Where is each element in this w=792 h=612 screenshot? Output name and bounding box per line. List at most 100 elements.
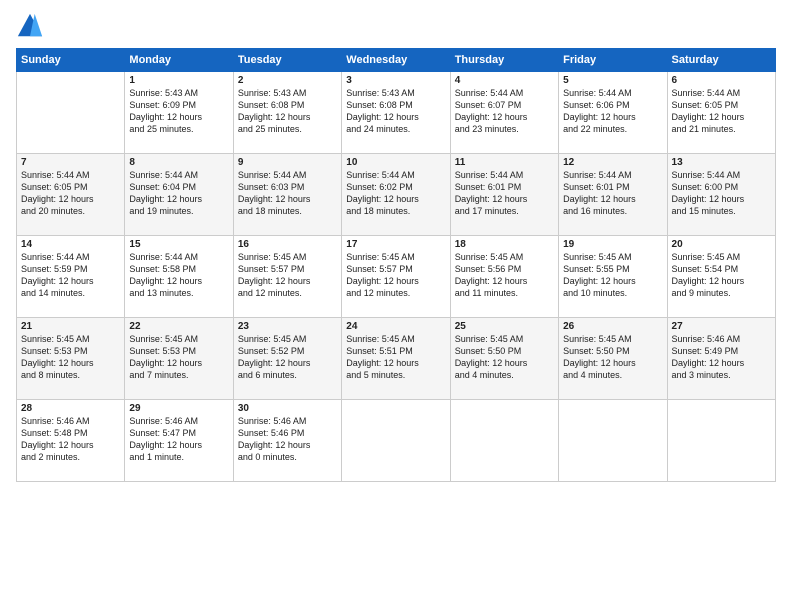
calendar-cell: 16Sunrise: 5:45 AM Sunset: 5:57 PM Dayli… — [233, 236, 341, 318]
day-number: 24 — [346, 321, 445, 332]
cell-content: Sunrise: 5:45 AM Sunset: 5:57 PM Dayligh… — [238, 251, 337, 300]
calendar-cell: 29Sunrise: 5:46 AM Sunset: 5:47 PM Dayli… — [125, 400, 233, 482]
day-number: 2 — [238, 75, 337, 86]
day-number: 18 — [455, 239, 554, 250]
calendar-cell: 20Sunrise: 5:45 AM Sunset: 5:54 PM Dayli… — [667, 236, 775, 318]
cell-content: Sunrise: 5:46 AM Sunset: 5:47 PM Dayligh… — [129, 415, 228, 464]
day-number: 27 — [672, 321, 771, 332]
day-number: 21 — [21, 321, 120, 332]
cell-content: Sunrise: 5:44 AM Sunset: 6:07 PM Dayligh… — [455, 87, 554, 136]
calendar-cell: 2Sunrise: 5:43 AM Sunset: 6:08 PM Daylig… — [233, 72, 341, 154]
week-row-3: 21Sunrise: 5:45 AM Sunset: 5:53 PM Dayli… — [17, 318, 776, 400]
calendar-cell: 7Sunrise: 5:44 AM Sunset: 6:05 PM Daylig… — [17, 154, 125, 236]
day-number: 19 — [563, 239, 662, 250]
week-row-4: 28Sunrise: 5:46 AM Sunset: 5:48 PM Dayli… — [17, 400, 776, 482]
day-number: 25 — [455, 321, 554, 332]
calendar-cell: 10Sunrise: 5:44 AM Sunset: 6:02 PM Dayli… — [342, 154, 450, 236]
cell-content: Sunrise: 5:45 AM Sunset: 5:50 PM Dayligh… — [455, 333, 554, 382]
day-number: 9 — [238, 157, 337, 168]
calendar-cell: 24Sunrise: 5:45 AM Sunset: 5:51 PM Dayli… — [342, 318, 450, 400]
cell-content: Sunrise: 5:45 AM Sunset: 5:50 PM Dayligh… — [563, 333, 662, 382]
col-header-wednesday: Wednesday — [342, 49, 450, 72]
cell-content: Sunrise: 5:45 AM Sunset: 5:54 PM Dayligh… — [672, 251, 771, 300]
cell-content: Sunrise: 5:46 AM Sunset: 5:48 PM Dayligh… — [21, 415, 120, 464]
day-number: 26 — [563, 321, 662, 332]
day-number: 15 — [129, 239, 228, 250]
calendar-cell: 22Sunrise: 5:45 AM Sunset: 5:53 PM Dayli… — [125, 318, 233, 400]
calendar-cell — [559, 400, 667, 482]
cell-content: Sunrise: 5:44 AM Sunset: 6:05 PM Dayligh… — [21, 169, 120, 218]
calendar-header-row: SundayMondayTuesdayWednesdayThursdayFrid… — [17, 49, 776, 72]
day-number: 20 — [672, 239, 771, 250]
cell-content: Sunrise: 5:46 AM Sunset: 5:46 PM Dayligh… — [238, 415, 337, 464]
day-number: 5 — [563, 75, 662, 86]
calendar-cell: 8Sunrise: 5:44 AM Sunset: 6:04 PM Daylig… — [125, 154, 233, 236]
cell-content: Sunrise: 5:45 AM Sunset: 5:51 PM Dayligh… — [346, 333, 445, 382]
cell-content: Sunrise: 5:45 AM Sunset: 5:52 PM Dayligh… — [238, 333, 337, 382]
calendar-cell: 25Sunrise: 5:45 AM Sunset: 5:50 PM Dayli… — [450, 318, 558, 400]
col-header-sunday: Sunday — [17, 49, 125, 72]
day-number: 7 — [21, 157, 120, 168]
cell-content: Sunrise: 5:44 AM Sunset: 6:05 PM Dayligh… — [672, 87, 771, 136]
calendar-cell: 13Sunrise: 5:44 AM Sunset: 6:00 PM Dayli… — [667, 154, 775, 236]
calendar-cell: 4Sunrise: 5:44 AM Sunset: 6:07 PM Daylig… — [450, 72, 558, 154]
cell-content: Sunrise: 5:44 AM Sunset: 5:58 PM Dayligh… — [129, 251, 228, 300]
cell-content: Sunrise: 5:44 AM Sunset: 6:01 PM Dayligh… — [455, 169, 554, 218]
col-header-monday: Monday — [125, 49, 233, 72]
cell-content: Sunrise: 5:45 AM Sunset: 5:56 PM Dayligh… — [455, 251, 554, 300]
cell-content: Sunrise: 5:45 AM Sunset: 5:53 PM Dayligh… — [21, 333, 120, 382]
cell-content: Sunrise: 5:43 AM Sunset: 6:09 PM Dayligh… — [129, 87, 228, 136]
cell-content: Sunrise: 5:44 AM Sunset: 6:00 PM Dayligh… — [672, 169, 771, 218]
cell-content: Sunrise: 5:44 AM Sunset: 6:02 PM Dayligh… — [346, 169, 445, 218]
day-number: 22 — [129, 321, 228, 332]
day-number: 29 — [129, 403, 228, 414]
logo-icon — [16, 12, 44, 40]
calendar-cell: 11Sunrise: 5:44 AM Sunset: 6:01 PM Dayli… — [450, 154, 558, 236]
day-number: 11 — [455, 157, 554, 168]
week-row-0: 1Sunrise: 5:43 AM Sunset: 6:09 PM Daylig… — [17, 72, 776, 154]
cell-content: Sunrise: 5:44 AM Sunset: 6:03 PM Dayligh… — [238, 169, 337, 218]
day-number: 4 — [455, 75, 554, 86]
calendar-cell: 9Sunrise: 5:44 AM Sunset: 6:03 PM Daylig… — [233, 154, 341, 236]
calendar-cell: 23Sunrise: 5:45 AM Sunset: 5:52 PM Dayli… — [233, 318, 341, 400]
calendar-cell — [342, 400, 450, 482]
col-header-friday: Friday — [559, 49, 667, 72]
calendar-cell: 26Sunrise: 5:45 AM Sunset: 5:50 PM Dayli… — [559, 318, 667, 400]
calendar-cell: 19Sunrise: 5:45 AM Sunset: 5:55 PM Dayli… — [559, 236, 667, 318]
day-number: 23 — [238, 321, 337, 332]
calendar-cell: 15Sunrise: 5:44 AM Sunset: 5:58 PM Dayli… — [125, 236, 233, 318]
calendar-cell: 30Sunrise: 5:46 AM Sunset: 5:46 PM Dayli… — [233, 400, 341, 482]
calendar-cell — [667, 400, 775, 482]
calendar-cell: 1Sunrise: 5:43 AM Sunset: 6:09 PM Daylig… — [125, 72, 233, 154]
col-header-thursday: Thursday — [450, 49, 558, 72]
day-number: 30 — [238, 403, 337, 414]
calendar-cell: 3Sunrise: 5:43 AM Sunset: 6:08 PM Daylig… — [342, 72, 450, 154]
page: SundayMondayTuesdayWednesdayThursdayFrid… — [0, 0, 792, 612]
day-number: 1 — [129, 75, 228, 86]
cell-content: Sunrise: 5:44 AM Sunset: 5:59 PM Dayligh… — [21, 251, 120, 300]
calendar-cell: 5Sunrise: 5:44 AM Sunset: 6:06 PM Daylig… — [559, 72, 667, 154]
calendar-cell: 17Sunrise: 5:45 AM Sunset: 5:57 PM Dayli… — [342, 236, 450, 318]
cell-content: Sunrise: 5:44 AM Sunset: 6:01 PM Dayligh… — [563, 169, 662, 218]
cell-content: Sunrise: 5:46 AM Sunset: 5:49 PM Dayligh… — [672, 333, 771, 382]
calendar-cell — [450, 400, 558, 482]
day-number: 12 — [563, 157, 662, 168]
calendar-cell: 12Sunrise: 5:44 AM Sunset: 6:01 PM Dayli… — [559, 154, 667, 236]
calendar-cell: 6Sunrise: 5:44 AM Sunset: 6:05 PM Daylig… — [667, 72, 775, 154]
calendar-cell: 27Sunrise: 5:46 AM Sunset: 5:49 PM Dayli… — [667, 318, 775, 400]
calendar-cell — [17, 72, 125, 154]
logo — [16, 12, 48, 40]
day-number: 17 — [346, 239, 445, 250]
cell-content: Sunrise: 5:44 AM Sunset: 6:06 PM Dayligh… — [563, 87, 662, 136]
calendar-table: SundayMondayTuesdayWednesdayThursdayFrid… — [16, 48, 776, 482]
col-header-saturday: Saturday — [667, 49, 775, 72]
cell-content: Sunrise: 5:43 AM Sunset: 6:08 PM Dayligh… — [238, 87, 337, 136]
day-number: 10 — [346, 157, 445, 168]
cell-content: Sunrise: 5:45 AM Sunset: 5:53 PM Dayligh… — [129, 333, 228, 382]
calendar-cell: 28Sunrise: 5:46 AM Sunset: 5:48 PM Dayli… — [17, 400, 125, 482]
calendar-cell: 21Sunrise: 5:45 AM Sunset: 5:53 PM Dayli… — [17, 318, 125, 400]
cell-content: Sunrise: 5:44 AM Sunset: 6:04 PM Dayligh… — [129, 169, 228, 218]
day-number: 8 — [129, 157, 228, 168]
col-header-tuesday: Tuesday — [233, 49, 341, 72]
day-number: 6 — [672, 75, 771, 86]
